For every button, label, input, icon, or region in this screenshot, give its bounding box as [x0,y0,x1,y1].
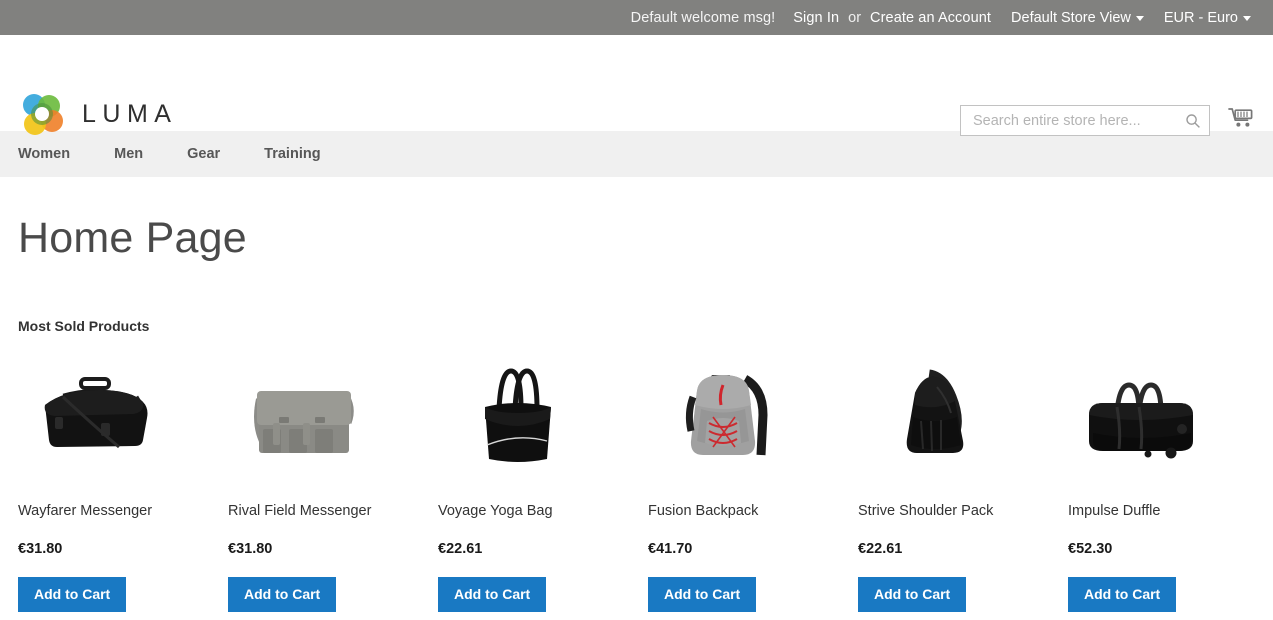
product-name[interactable]: Rival Field Messenger [228,504,438,519]
product-image-black-wheeled-duffle-bag[interactable] [1068,352,1228,482]
product-name[interactable]: Strive Shoulder Pack [858,504,1068,519]
main-navigation: Women Men Gear Training [0,131,1273,177]
product-item: Rival Field Messenger €31.80 Add to Cart [228,352,438,613]
add-to-cart-button[interactable]: Add to Cart [1068,577,1177,613]
product-image-gray-canvas-messenger-bag[interactable] [228,352,388,482]
search-container [960,105,1210,136]
site-header: LUMA [0,35,1273,136]
add-to-cart-button[interactable]: Add to Cart [228,577,337,613]
product-item: Voyage Yoga Bag €22.61 Add to Cart [438,352,648,613]
luma-flower-logo-icon [18,90,66,138]
main-content: Home Page Most Sold Products Wayfarer Me… [0,214,1273,613]
section-title-most-sold: Most Sold Products [18,318,150,335]
product-image-black-messenger-bag[interactable] [18,352,178,482]
nav-item-women[interactable]: Women [18,146,70,162]
product-image-black-sling-shoulder-pack[interactable] [858,352,1018,482]
add-to-cart-button[interactable]: Add to Cart [648,577,757,613]
product-price: €41.70 [648,540,693,557]
product-price: €31.80 [228,540,273,557]
currency-switcher[interactable]: EUR - Euro [1164,10,1251,26]
page-title: Home Page [18,214,247,262]
product-price: €31.80 [18,540,63,557]
nav-item-gear[interactable]: Gear [187,146,220,162]
logo-text: LUMA [82,99,178,128]
top-panel: Default welcome msg! Sign In or Create a… [0,0,1273,35]
nav-item-training[interactable]: Training [264,146,320,162]
product-name[interactable]: Fusion Backpack [648,504,858,519]
or-text: or [848,9,862,26]
product-image-gray-red-backpack[interactable] [648,352,808,482]
create-account-link[interactable]: Create an Account [870,10,991,26]
product-price: €52.30 [1068,540,1113,557]
currency-label: EUR - Euro [1163,9,1238,26]
product-list: Wayfarer Messenger €31.80 Add to Cart Ri… [18,352,1255,613]
product-item: Fusion Backpack €41.70 Add to Cart [648,352,858,613]
store-view-label: Default Store View [1011,9,1131,26]
product-name[interactable]: Wayfarer Messenger [18,504,228,519]
store-view-switcher[interactable]: Default Store View [1011,10,1144,26]
product-item: Impulse Duffle €52.30 Add to Cart [1068,352,1273,613]
add-to-cart-button[interactable]: Add to Cart [858,577,967,613]
product-item: Wayfarer Messenger €31.80 Add to Cart [18,352,228,613]
product-image-black-tote-yoga-bag[interactable] [438,352,598,482]
add-to-cart-button[interactable]: Add to Cart [18,577,127,613]
search-box[interactable] [960,105,1210,136]
search-icon[interactable] [1185,113,1201,129]
add-to-cart-button[interactable]: Add to Cart [438,577,547,613]
product-name[interactable]: Impulse Duffle [1068,504,1273,519]
product-price: €22.61 [858,540,903,557]
product-price: €22.61 [438,540,483,557]
welcome-message: Default welcome msg! [630,9,776,26]
shopping-cart-icon [1228,106,1254,135]
chevron-down-icon [1243,16,1251,21]
product-name[interactable]: Voyage Yoga Bag [438,504,648,519]
chevron-down-icon [1135,16,1144,21]
product-item: Strive Shoulder Pack €22.61 Add to Cart [858,352,1068,613]
search-input[interactable] [971,111,1185,130]
nav-item-men[interactable]: Men [114,146,143,162]
logo-link[interactable]: LUMA [18,90,177,138]
minicart-button[interactable] [1225,105,1257,136]
sign-in-link[interactable]: Sign In [793,10,839,26]
